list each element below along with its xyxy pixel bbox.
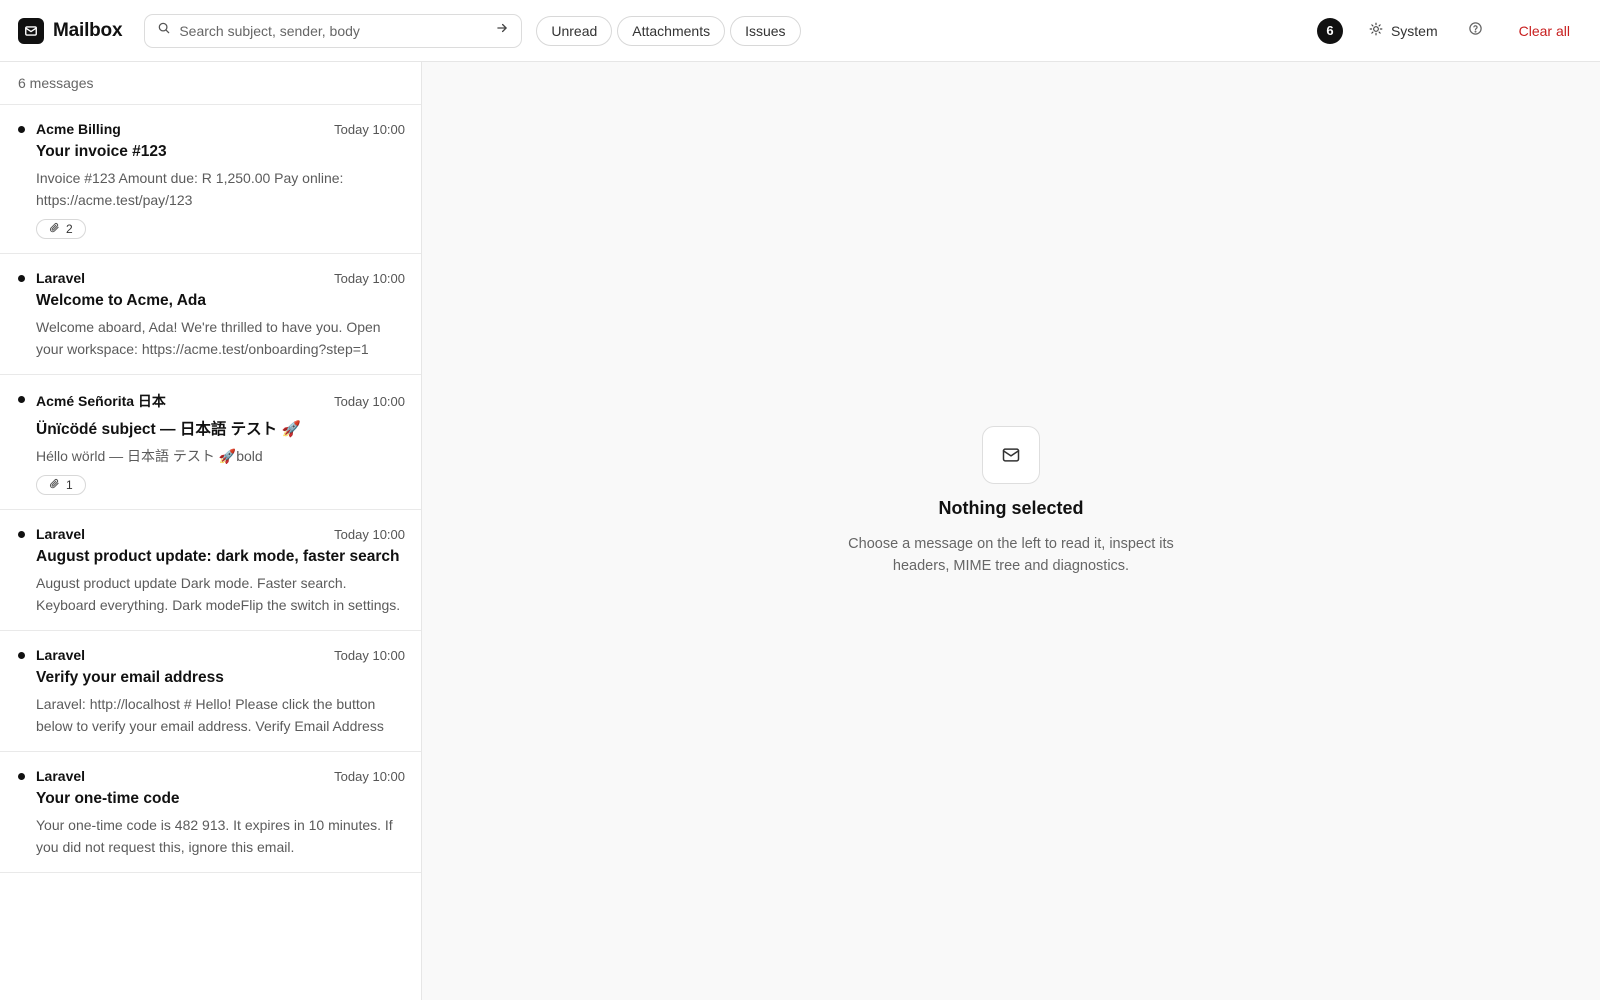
help-circle-icon [1468, 21, 1483, 41]
unread-dot [18, 652, 25, 659]
search-box[interactable] [144, 13, 523, 48]
message-list-item[interactable]: Acme Billing Today 10:00 Your invoice #1… [0, 105, 421, 254]
message-list-panel: 6 messages Acme Billing Today 10:00 Your… [0, 62, 422, 1000]
search-input[interactable] [179, 22, 496, 39]
message-sender: Acmé Señorita 日本 [36, 393, 166, 409]
unread-dot [18, 275, 25, 282]
message-time: Today 10:00 [334, 768, 405, 784]
clear-all-button[interactable]: Clear all [1519, 23, 1570, 39]
message-time: Today 10:00 [334, 393, 405, 409]
message-list: Acme Billing Today 10:00 Your invoice #1… [0, 105, 421, 873]
theme-toggle-button[interactable]: System [1369, 22, 1438, 39]
message-time: Today 10:00 [334, 121, 405, 137]
unread-dot [18, 126, 25, 133]
unread-dot [18, 396, 25, 403]
attachment-count-badge: 2 [36, 219, 86, 239]
top-bar: Mailbox Unread Attachments Issues 6 [0, 0, 1600, 62]
message-count-summary: 6 messages [0, 62, 421, 105]
attachment-count-badge: 1 [36, 475, 86, 495]
unread-dot [18, 531, 25, 538]
message-subject: August product update: dark mode, faster… [36, 548, 400, 565]
empty-state-title: Nothing selected [938, 497, 1084, 518]
message-count-badge: 6 [1316, 17, 1343, 44]
message-time: Today 10:00 [334, 270, 405, 286]
message-list-item[interactable]: Laravel Today 10:00 Your one-time code Y… [0, 752, 421, 873]
message-list-item[interactable]: Laravel Today 10:00 Welcome to Acme, Ada… [0, 254, 421, 375]
arrow-right-icon[interactable] [495, 21, 509, 40]
message-list-item[interactable]: Laravel Today 10:00 August product updat… [0, 510, 421, 631]
message-subject: Ünïcödé subject — 日本語 テスト 🚀 [36, 421, 301, 438]
filter-unread[interactable]: Unread [536, 15, 613, 46]
sun-icon [1369, 22, 1383, 39]
reading-pane: Nothing selected Choose a message on the… [422, 62, 1600, 1000]
message-list-item[interactable]: Laravel Today 10:00 Verify your email ad… [0, 631, 421, 752]
attachment-count: 2 [66, 222, 73, 236]
empty-state-description: Choose a message on the left to read it,… [848, 535, 1174, 574]
message-subject: Welcome to Acme, Ada [36, 292, 206, 309]
message-preview: Welcome aboard, Ada! We're thrilled to h… [36, 319, 381, 357]
theme-label: System [1390, 22, 1438, 39]
message-subject: Your one-time code [36, 790, 180, 807]
filter-attachments[interactable]: Attachments [617, 15, 726, 46]
message-preview: Laravel: http://localhost # Hello! Pleas… [36, 696, 384, 734]
envelope-icon [982, 425, 1040, 484]
filter-chips: Unread Attachments Issues [536, 15, 801, 46]
message-preview: August product update Dark mode. Faster … [36, 575, 401, 613]
paperclip-icon [49, 478, 60, 492]
paperclip-icon [49, 222, 60, 236]
message-sender: Laravel [36, 270, 86, 286]
envelope-icon [18, 17, 44, 44]
message-preview: Your one-time code is 482 913. It expire… [36, 817, 393, 855]
message-sender: Acme Billing [36, 121, 121, 137]
filter-issues[interactable]: Issues [730, 15, 801, 46]
message-subject: Verify your email address [36, 669, 224, 686]
unread-dot [18, 773, 25, 780]
message-subject: Your invoice #123 [36, 143, 167, 160]
attachment-count: 1 [66, 478, 73, 492]
message-preview: Invoice #123 Amount due: R 1,250.00 Pay … [36, 170, 344, 208]
message-time: Today 10:00 [334, 526, 405, 542]
app-title: Mailbox [53, 19, 123, 41]
search-icon [157, 21, 171, 40]
app-logo[interactable]: Mailbox [18, 17, 123, 44]
message-sender: Laravel [36, 526, 86, 542]
message-list-item[interactable]: Acmé Señorita 日本 Today 10:00 Ünïcödé sub… [0, 375, 421, 510]
message-time: Today 10:00 [334, 647, 405, 663]
message-preview: Héllo wörld — 日本語 テスト 🚀bold [36, 448, 263, 464]
message-sender: Laravel [36, 768, 86, 784]
message-sender: Laravel [36, 647, 86, 663]
help-button[interactable] [1468, 21, 1483, 41]
